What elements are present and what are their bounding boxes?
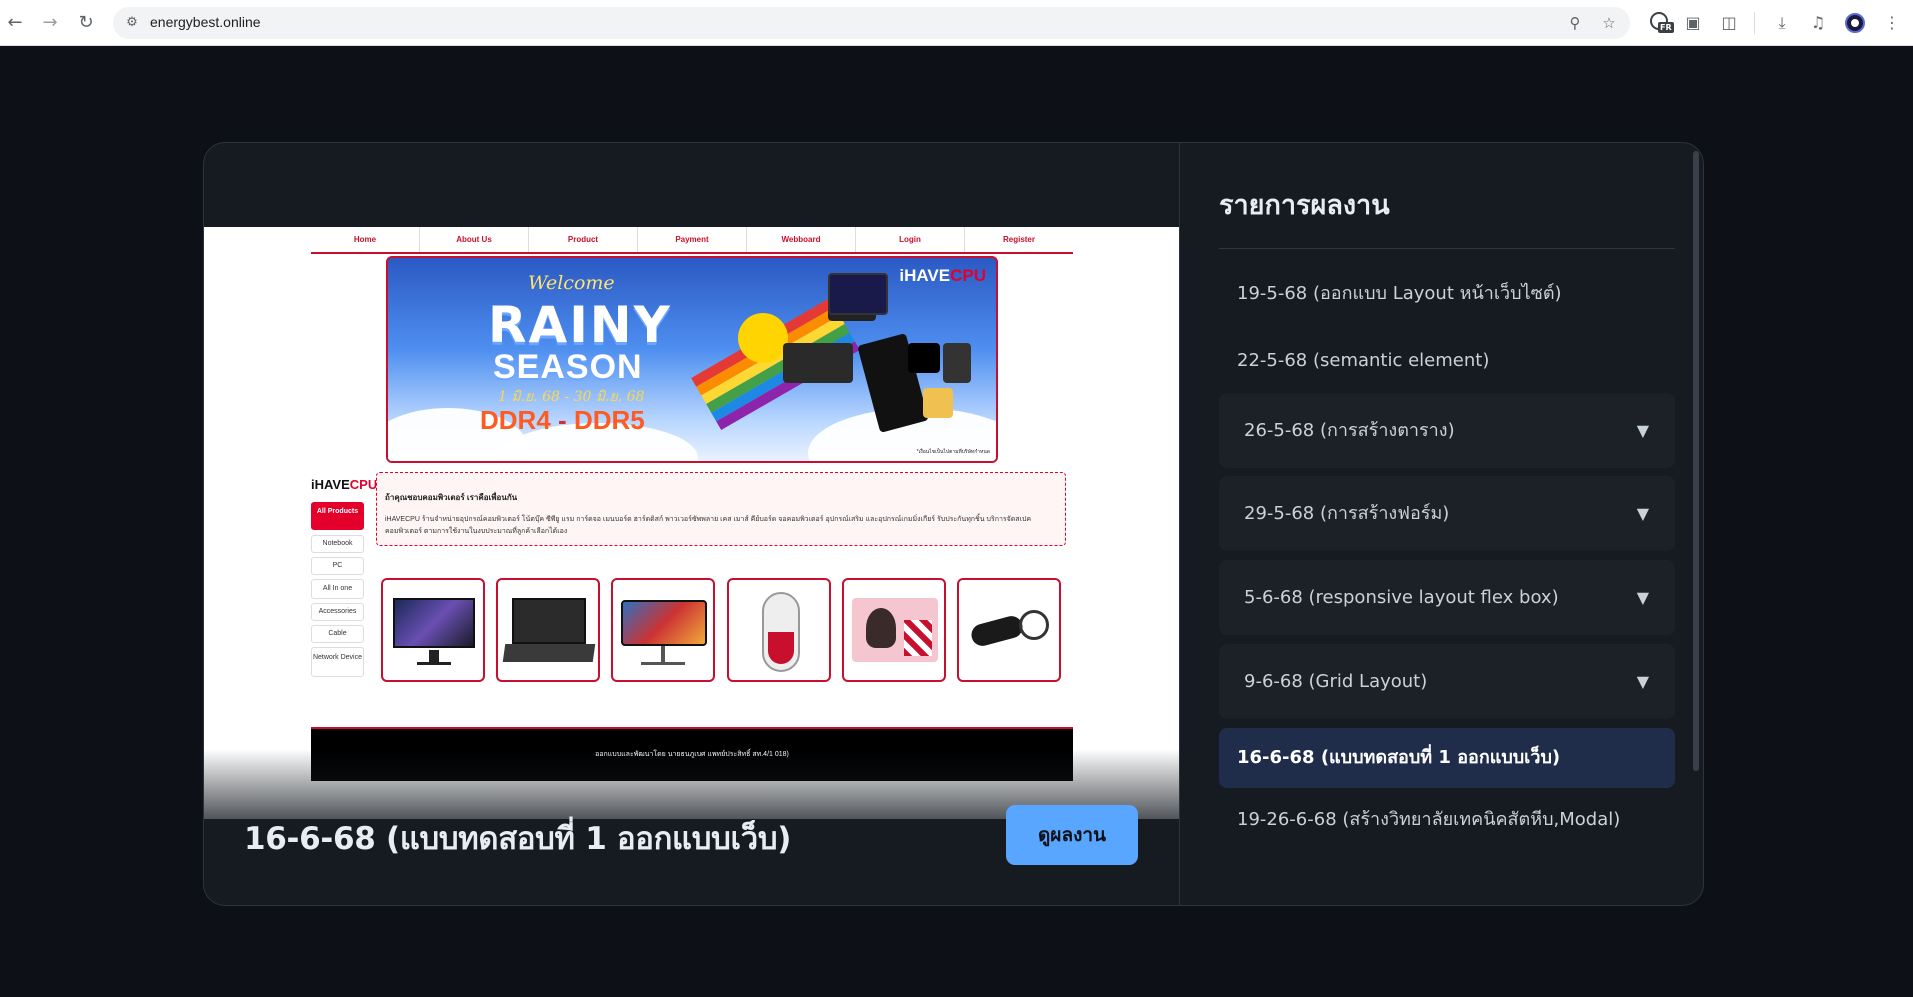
site-nav-login[interactable]: Login <box>856 227 965 252</box>
embedded-site: Home About Us Product Payment Webboard L… <box>311 227 1073 793</box>
intro-text: iHAVECPU ร้านจำหน่ายอุปกรณ์คอมพิวเตอร์ โ… <box>385 516 1032 535</box>
worklist-item-expandable[interactable]: 26-5-68 (การสร้างตาราง) ▼ <box>1219 393 1675 468</box>
mascot-graphic <box>738 313 788 363</box>
monitor-graphic <box>828 273 888 315</box>
worklist-item-label: 5-6-68 (responsive layout flex box) <box>1244 587 1559 608</box>
banner-welcome: Welcome <box>528 272 615 294</box>
banner-brand-logo: iHAVECPU <box>899 266 986 286</box>
puzzle-icon[interactable]: ◫ <box>1718 12 1740 34</box>
worklist-item-expandable[interactable]: 9-6-68 (Grid Layout) ▼ <box>1219 644 1675 719</box>
product-card-anime-mousepad[interactable] <box>841 578 946 682</box>
worklist-item-expandable[interactable]: 29-5-68 (การสร้างฟอร์ม) ▼ <box>1219 476 1675 551</box>
worklist-item-label: 26-5-68 (การสร้างตาราง) <box>1244 420 1455 441</box>
ram-graphic <box>943 343 971 383</box>
promo-banner: Welcome RAINY SEASON 1 มิ.ย. 68 - 30 มิ.… <box>386 256 998 463</box>
chevron-down-icon[interactable]: ▼ <box>1637 644 1649 719</box>
site-nav-webboard[interactable]: Webboard <box>747 227 856 252</box>
worklist-divider <box>1219 248 1675 249</box>
forward-arrow-icon[interactable]: → <box>39 12 61 34</box>
chevron-down-icon[interactable]: ▼ <box>1637 476 1649 551</box>
banner-ddr5: DDR5 <box>573 405 645 435</box>
product-card-curved-monitor[interactable] <box>611 578 716 682</box>
address-bar[interactable]: ⚙ energybest.online ⚲ ☆ <box>113 7 1630 39</box>
site-logo-ihave: iHAVE <box>311 477 350 492</box>
product-card-gaming-mouse[interactable] <box>726 578 831 682</box>
banner-ddr4: DDR4 <box>480 405 551 435</box>
category-accessories[interactable]: Accessories <box>311 603 364 621</box>
portfolio-modal: Home About Us Product Payment Webboard L… <box>203 142 1704 906</box>
zoom-icon[interactable]: ⚲ <box>1566 14 1584 32</box>
download-icon[interactable]: ⤓ <box>1771 12 1793 34</box>
worklist-item-label: 29-5-68 (การสร้างฟอร์ม) <box>1244 503 1450 524</box>
website-preview: Home About Us Product Payment Webboard L… <box>204 227 1179 819</box>
banner-ddr-dash: - <box>558 405 567 435</box>
toolbar-separator <box>1754 12 1755 34</box>
chevron-down-icon[interactable]: ▼ <box>1637 393 1649 468</box>
intro-box: ถ้าคุณชอบคอมพิวเตอร์ เราคือเพื่อนกัน iHA… <box>376 472 1066 546</box>
preview-pane: Home About Us Product Payment Webboard L… <box>204 143 1179 905</box>
worklist-item-expandable[interactable]: 5-6-68 (responsive layout flex box) ▼ <box>1219 560 1675 635</box>
category-all-in-one[interactable]: All In one <box>311 579 364 599</box>
category-network-device[interactable]: Network Device <box>311 647 364 677</box>
banner-fine-print: *เงื่อนไขเป็นไปตามที่บริษัทกำหนด <box>916 449 990 455</box>
kebab-menu-icon[interactable]: ⋮ <box>1881 12 1903 34</box>
chevron-down-icon[interactable]: ▼ <box>1637 560 1649 635</box>
banner-brand-cpu: CPU <box>950 266 986 285</box>
profile-avatar-icon[interactable] <box>1845 13 1865 33</box>
worklist-item[interactable]: 22-5-68 (semantic element) <box>1219 332 1675 390</box>
worklist-item-active[interactable]: 16-6-68 (แบบทดสอบที่ 1 ออกแบบเว็บ) <box>1219 728 1675 788</box>
translate-icon[interactable]: FR <box>1650 12 1674 34</box>
category-pc[interactable]: PC <box>311 557 364 575</box>
processor-graphic <box>923 388 953 418</box>
product-card-laptop[interactable] <box>496 578 601 682</box>
worklist-item-label: 19-26-6-68 (สร้างวิทยาลัยเทคนิคสัตหีบ,Mo… <box>1237 809 1621 830</box>
site-nav-home[interactable]: Home <box>311 227 420 252</box>
category-cable[interactable]: Cable <box>311 625 364 643</box>
worklist-item[interactable]: 19-5-68 (ออกแบบ Layout หน้าเว็บไซต์) <box>1219 265 1675 323</box>
site-nav-register[interactable]: Register <box>965 227 1073 252</box>
product-grid <box>381 578 1061 682</box>
banner-brand-ihave: iHAVE <box>899 266 951 285</box>
view-work-button[interactable]: ดูผลงาน <box>1006 805 1138 865</box>
worklist-item-label: 9-6-68 (Grid Layout) <box>1244 671 1428 692</box>
site-logo[interactable]: iHAVECPU <box>311 477 377 492</box>
site-nav-payment[interactable]: Payment <box>638 227 747 252</box>
worklist-item[interactable]: 19-26-6-68 (สร้างวิทยาลัยเทคนิคสัตหีบ,Mo… <box>1219 791 1675 849</box>
laptop-graphic <box>783 343 853 383</box>
worklist-panel: รายการผลงาน 19-5-68 (ออกแบบ Layout หน้าเ… <box>1179 143 1703 905</box>
site-nav-product[interactable]: Product <box>529 227 638 252</box>
worklist-item-label: 19-5-68 (ออกแบบ Layout หน้าเว็บไซต์) <box>1237 283 1562 304</box>
star-icon[interactable]: ☆ <box>1600 14 1618 32</box>
banner-headline-season: SEASON <box>493 348 643 386</box>
intro-heading: ถ้าคุณชอบคอมพิวเตอร์ เราคือเพื่อนกัน <box>385 493 518 502</box>
banner-headline-rainy: RAINY <box>488 296 672 354</box>
worklist-scrollbar[interactable] <box>1693 151 1699 771</box>
cpu-box-graphic <box>908 343 940 373</box>
site-logo-cpu: CPU <box>349 477 378 492</box>
product-card-microphone[interactable] <box>956 578 1061 682</box>
banner-ddr: DDR4 - DDR5 <box>480 405 645 436</box>
browser-toolbar: ← → ↻ ⚙ energybest.online ⚲ ☆ FR ▣ ◫ ⤓ ♫… <box>0 0 1913 46</box>
category-all-products[interactable]: All Products <box>311 502 364 530</box>
tune-icon[interactable]: ⚙ <box>123 14 141 32</box>
site-nav-bar: Home About Us Product Payment Webboard L… <box>311 227 1073 254</box>
site-nav-about[interactable]: About Us <box>420 227 529 252</box>
worklist-item-label: 22-5-68 (semantic element) <box>1237 350 1490 371</box>
back-arrow-icon[interactable]: ← <box>4 12 26 34</box>
category-notebook[interactable]: Notebook <box>311 535 364 553</box>
worklist-item-label: 16-6-68 (แบบทดสอบที่ 1 ออกแบบเว็บ) <box>1237 747 1561 768</box>
url-text[interactable]: energybest.online <box>150 14 261 30</box>
translate-badge: FR <box>1658 22 1674 33</box>
camera-icon[interactable]: ▣ <box>1682 12 1704 34</box>
selected-work-title: 16-6-68 (แบบทดสอบที่ 1 ออกแบบเว็บ) <box>244 821 792 857</box>
worklist-title: รายการผลงาน <box>1219 190 1390 221</box>
product-card-monitor[interactable] <box>381 578 485 682</box>
reload-icon[interactable]: ↻ <box>75 12 97 34</box>
media-control-icon[interactable]: ♫ <box>1807 12 1829 34</box>
